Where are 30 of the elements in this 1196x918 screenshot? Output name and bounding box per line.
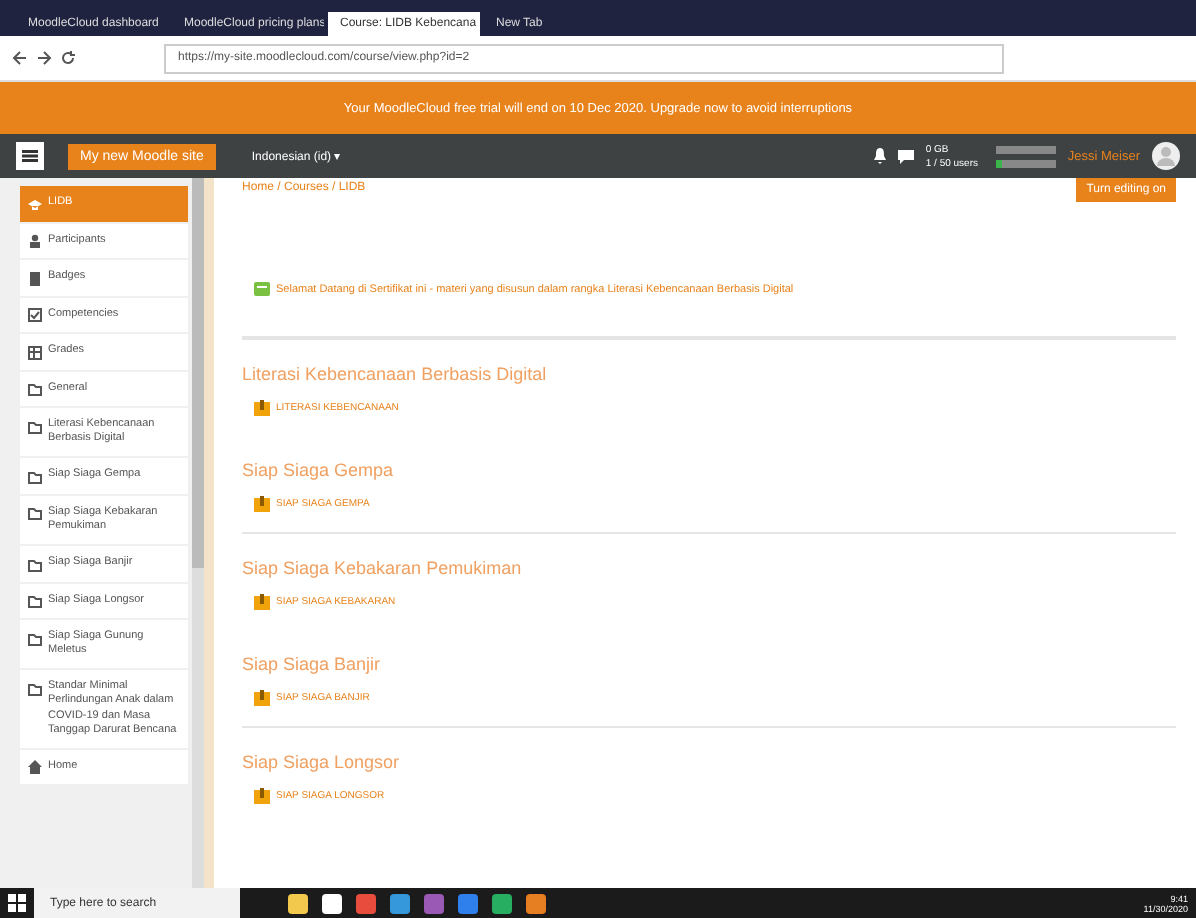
reload-icon[interactable] bbox=[60, 50, 76, 66]
folder-icon bbox=[28, 506, 42, 521]
folder-icon bbox=[28, 681, 42, 696]
chat-icon[interactable] bbox=[897, 149, 914, 163]
checkbox-icon bbox=[28, 308, 42, 322]
menu-button[interactable] bbox=[16, 142, 44, 170]
bell-icon[interactable] bbox=[873, 148, 886, 164]
package-icon bbox=[254, 690, 270, 706]
badge-icon bbox=[28, 271, 42, 285]
back-icon[interactable] bbox=[12, 50, 28, 66]
home-icon bbox=[28, 760, 42, 775]
folder-icon bbox=[28, 419, 42, 433]
folder-icon bbox=[28, 557, 42, 572]
package-icon bbox=[254, 400, 270, 416]
people-icon bbox=[28, 234, 42, 248]
folder-icon bbox=[28, 594, 42, 609]
menu-icon bbox=[22, 150, 38, 162]
package-icon bbox=[254, 594, 270, 610]
package-icon bbox=[254, 496, 270, 512]
table-icon bbox=[28, 345, 42, 359]
package-icon bbox=[254, 788, 270, 804]
usage-bar bbox=[995, 145, 1056, 153]
windows-start-icon[interactable] bbox=[8, 894, 26, 912]
folder-icon bbox=[28, 469, 42, 484]
cap-icon bbox=[28, 197, 42, 211]
forward-icon[interactable] bbox=[36, 50, 52, 66]
folder-icon bbox=[28, 382, 42, 396]
avatar-icon[interactable] bbox=[1152, 142, 1180, 170]
folder-icon bbox=[28, 631, 42, 646]
forum-icon bbox=[254, 282, 270, 296]
